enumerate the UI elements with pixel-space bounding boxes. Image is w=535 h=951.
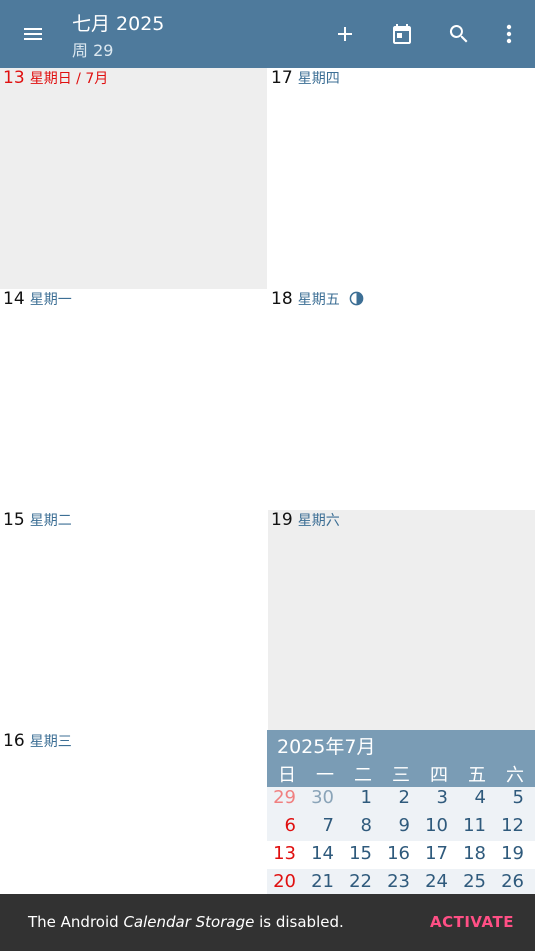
day-cell[interactable]: 18 星期五 — [268, 289, 535, 510]
search-icon — [449, 25, 468, 43]
mini-calendar-week: 6 7 8 9 10 11 12 — [267, 813, 535, 841]
day-cell[interactable]: 17 星期四 — [268, 68, 535, 289]
menu-icon — [24, 28, 42, 40]
weekday-label: 五 — [468, 765, 486, 786]
day-name: 星期四 — [297, 71, 340, 87]
mini-calendar-day[interactable]: 23 — [372, 871, 410, 892]
mini-calendar-day[interactable]: 5 — [486, 787, 524, 808]
mini-calendar-day[interactable]: 1 — [334, 787, 372, 808]
day-name: 星期二 — [29, 513, 72, 529]
calendar-today-icon — [393, 24, 411, 44]
mini-calendar-day[interactable]: 26 — [486, 871, 524, 892]
snackbar-text-prefix: The Android — [28, 913, 124, 931]
snackbar-text-suffix: is disabled. — [254, 913, 344, 931]
more-vert-icon — [506, 24, 512, 44]
day-header: 13 星期日 / 7月 — [3, 68, 108, 88]
mini-calendar-day[interactable]: 7 — [296, 815, 334, 836]
mini-calendar-day[interactable]: 25 — [448, 871, 486, 892]
day-header: 16 星期三 — [3, 731, 72, 751]
mini-month-calendar[interactable]: 2025年7月 日 一 二 三 四 五 六 29 30 1 2 3 4 5 6 … — [267, 730, 535, 894]
day-header: 15 星期二 — [3, 510, 72, 530]
mini-calendar-day[interactable]: 6 — [258, 815, 296, 836]
mini-calendar-week: 29 30 1 2 3 4 5 — [267, 785, 535, 813]
mini-calendar-header: 2025年7月 日 一 二 三 四 五 六 — [267, 730, 535, 787]
day-number: 19 — [271, 510, 293, 530]
day-number: 17 — [271, 68, 293, 88]
first-quarter-moon-icon — [349, 291, 364, 306]
mini-calendar-current-week: 13 14 15 16 17 18 19 — [267, 841, 535, 869]
weekday-label: 一 — [316, 765, 334, 786]
day-cell[interactable]: 15 星期二 — [0, 510, 267, 731]
day-name: 星期三 — [29, 734, 72, 750]
add-icon — [338, 27, 352, 41]
add-event-button[interactable] — [325, 14, 365, 54]
day-header: 18 星期五 — [271, 289, 364, 309]
day-number: 16 — [3, 731, 25, 751]
mini-calendar-day[interactable]: 13 — [258, 843, 296, 864]
weekday-label: 四 — [430, 765, 448, 786]
day-cell[interactable]: 16 星期三 — [0, 731, 267, 894]
day-name: 星期五 — [297, 292, 340, 308]
mini-calendar-day[interactable]: 21 — [296, 871, 334, 892]
mini-calendar-title: 2025年7月 — [277, 736, 376, 758]
snackbar-text-emphasis: Calendar Storage — [123, 913, 255, 931]
day-number: 15 — [3, 510, 25, 530]
weekday-label: 日 — [278, 765, 296, 786]
mini-calendar-day[interactable]: 10 — [410, 815, 448, 836]
day-name: 星期一 — [29, 292, 72, 308]
mini-calendar-day[interactable]: 19 — [486, 843, 524, 864]
mini-calendar-day[interactable]: 22 — [334, 871, 372, 892]
day-number: 13 — [3, 68, 25, 88]
day-cell[interactable]: 19 星期六 — [268, 510, 535, 731]
day-number: 14 — [3, 289, 25, 309]
mini-calendar-day[interactable]: 17 — [410, 843, 448, 864]
weekday-label: 三 — [392, 765, 410, 786]
mini-calendar-day[interactable]: 8 — [334, 815, 372, 836]
mini-calendar-day[interactable]: 15 — [334, 843, 372, 864]
day-header: 17 星期四 — [271, 68, 340, 88]
snackbar-message: The Android Calendar Storage is disabled… — [28, 913, 344, 931]
week-subtitle: 周 29 — [72, 41, 114, 60]
day-name: 星期六 — [297, 513, 340, 529]
weekday-label: 六 — [506, 765, 524, 786]
mini-calendar-day[interactable]: 11 — [448, 815, 486, 836]
overflow-menu-button[interactable] — [489, 14, 529, 54]
mini-calendar-day[interactable]: 12 — [486, 815, 524, 836]
mini-calendar-day[interactable]: 16 — [372, 843, 410, 864]
day-header: 14 星期一 — [3, 289, 72, 309]
day-cell[interactable]: 13 星期日 / 7月 — [0, 68, 267, 289]
weekday-label: 二 — [354, 765, 372, 786]
mini-calendar-day[interactable]: 3 — [410, 787, 448, 808]
mini-calendar-day[interactable]: 4 — [448, 787, 486, 808]
mini-calendar-day[interactable]: 14 — [296, 843, 334, 864]
mini-calendar-week: 20 21 22 23 24 25 26 — [267, 869, 535, 897]
mini-calendar-day[interactable]: 18 — [448, 843, 486, 864]
mini-calendar-day[interactable]: 29 — [258, 787, 296, 808]
day-header: 19 星期六 — [271, 510, 340, 530]
day-number: 18 — [271, 289, 293, 309]
mini-calendar-day[interactable]: 30 — [296, 787, 334, 808]
day-cell[interactable]: 14 星期一 — [0, 289, 267, 510]
app-bar: 七月 2025 周 29 — [0, 0, 535, 68]
day-name: 星期日 / 7月 — [29, 71, 109, 87]
mini-calendar-day[interactable]: 20 — [258, 871, 296, 892]
mini-calendar-day[interactable]: 9 — [372, 815, 410, 836]
mini-calendar-day[interactable]: 2 — [372, 787, 410, 808]
snackbar: The Android Calendar Storage is disabled… — [0, 894, 535, 951]
activate-button[interactable]: ACTIVATE — [430, 913, 514, 931]
search-button[interactable] — [439, 14, 479, 54]
go-to-today-button[interactable] — [382, 14, 422, 54]
menu-button[interactable] — [13, 14, 53, 54]
page-title[interactable]: 七月 2025 — [72, 9, 164, 36]
mini-calendar-day[interactable]: 24 — [410, 871, 448, 892]
